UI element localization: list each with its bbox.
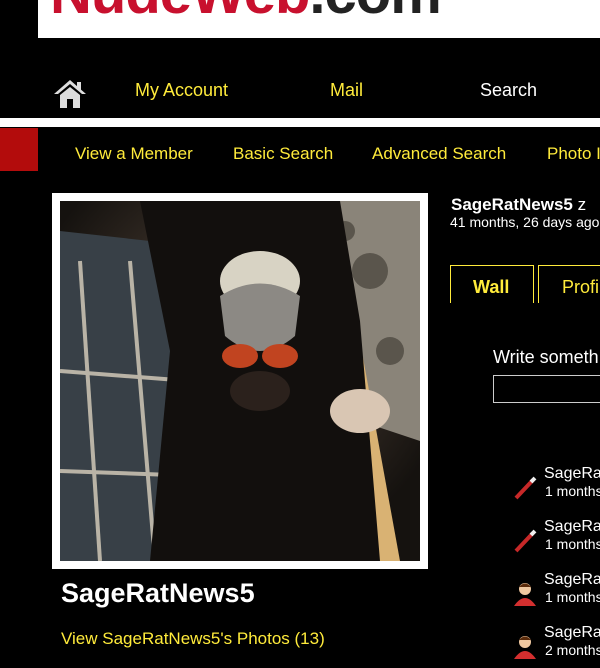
site-logo: NudeWeb.com <box>50 0 442 27</box>
pencil-icon <box>514 529 537 553</box>
tab-wall[interactable]: Wall <box>450 265 534 303</box>
nav-my-account[interactable]: My Account <box>135 80 228 101</box>
profile-last-active: 41 months, 26 days ago <box>450 214 600 230</box>
activity-user: SageRa <box>544 624 600 641</box>
activity-time: 1 months <box>545 536 600 552</box>
primary-nav: My Account Mail Search <box>0 70 600 110</box>
nav-divider <box>0 118 600 127</box>
nav-search[interactable]: Search <box>480 80 537 101</box>
activity-item[interactable]: SageRa 1 months <box>512 465 600 509</box>
pencil-icon <box>514 476 537 500</box>
nav-basic-search[interactable]: Basic Search <box>233 144 333 164</box>
wall-post-input[interactable] <box>493 375 600 403</box>
nav-mail[interactable]: Mail <box>330 80 363 101</box>
activity-time: 1 months <box>545 589 600 605</box>
activity-time: 1 months <box>545 483 600 499</box>
activity-time: 2 months <box>545 642 600 658</box>
activity-item[interactable]: SageRa 2 months <box>512 624 600 668</box>
nav-photos[interactable]: Photo I <box>547 144 600 164</box>
wall-write-prompt: Write someth <box>493 347 599 367</box>
secondary-nav: View a Member Basic Search Advanced Sear… <box>0 128 600 171</box>
site-logo-banner[interactable]: NudeWeb.com <box>38 0 600 38</box>
profile-header-name: SageRatNews5 z <box>451 195 587 214</box>
activity-user: SageRa <box>544 571 600 588</box>
person-icon <box>514 636 536 659</box>
profile-photo-frame <box>52 193 428 569</box>
nav-view-member[interactable]: View a Member <box>75 144 193 164</box>
view-photos-link[interactable]: View SageRatNews5's Photos (13) <box>61 629 325 649</box>
home-icon[interactable] <box>52 78 88 110</box>
section-marker <box>0 128 38 171</box>
profile-photo[interactable] <box>60 201 420 561</box>
activity-item[interactable]: SageRa 1 months <box>512 518 600 562</box>
tab-profile[interactable]: Profi <box>538 265 600 303</box>
person-icon <box>514 583 536 606</box>
activity-user: SageRa <box>544 465 600 482</box>
member-name: SageRatNews5 <box>61 578 255 608</box>
activity-user: SageRa <box>544 518 600 535</box>
activity-item[interactable]: SageRa 1 months <box>512 571 600 615</box>
nav-advanced-search[interactable]: Advanced Search <box>372 144 506 164</box>
